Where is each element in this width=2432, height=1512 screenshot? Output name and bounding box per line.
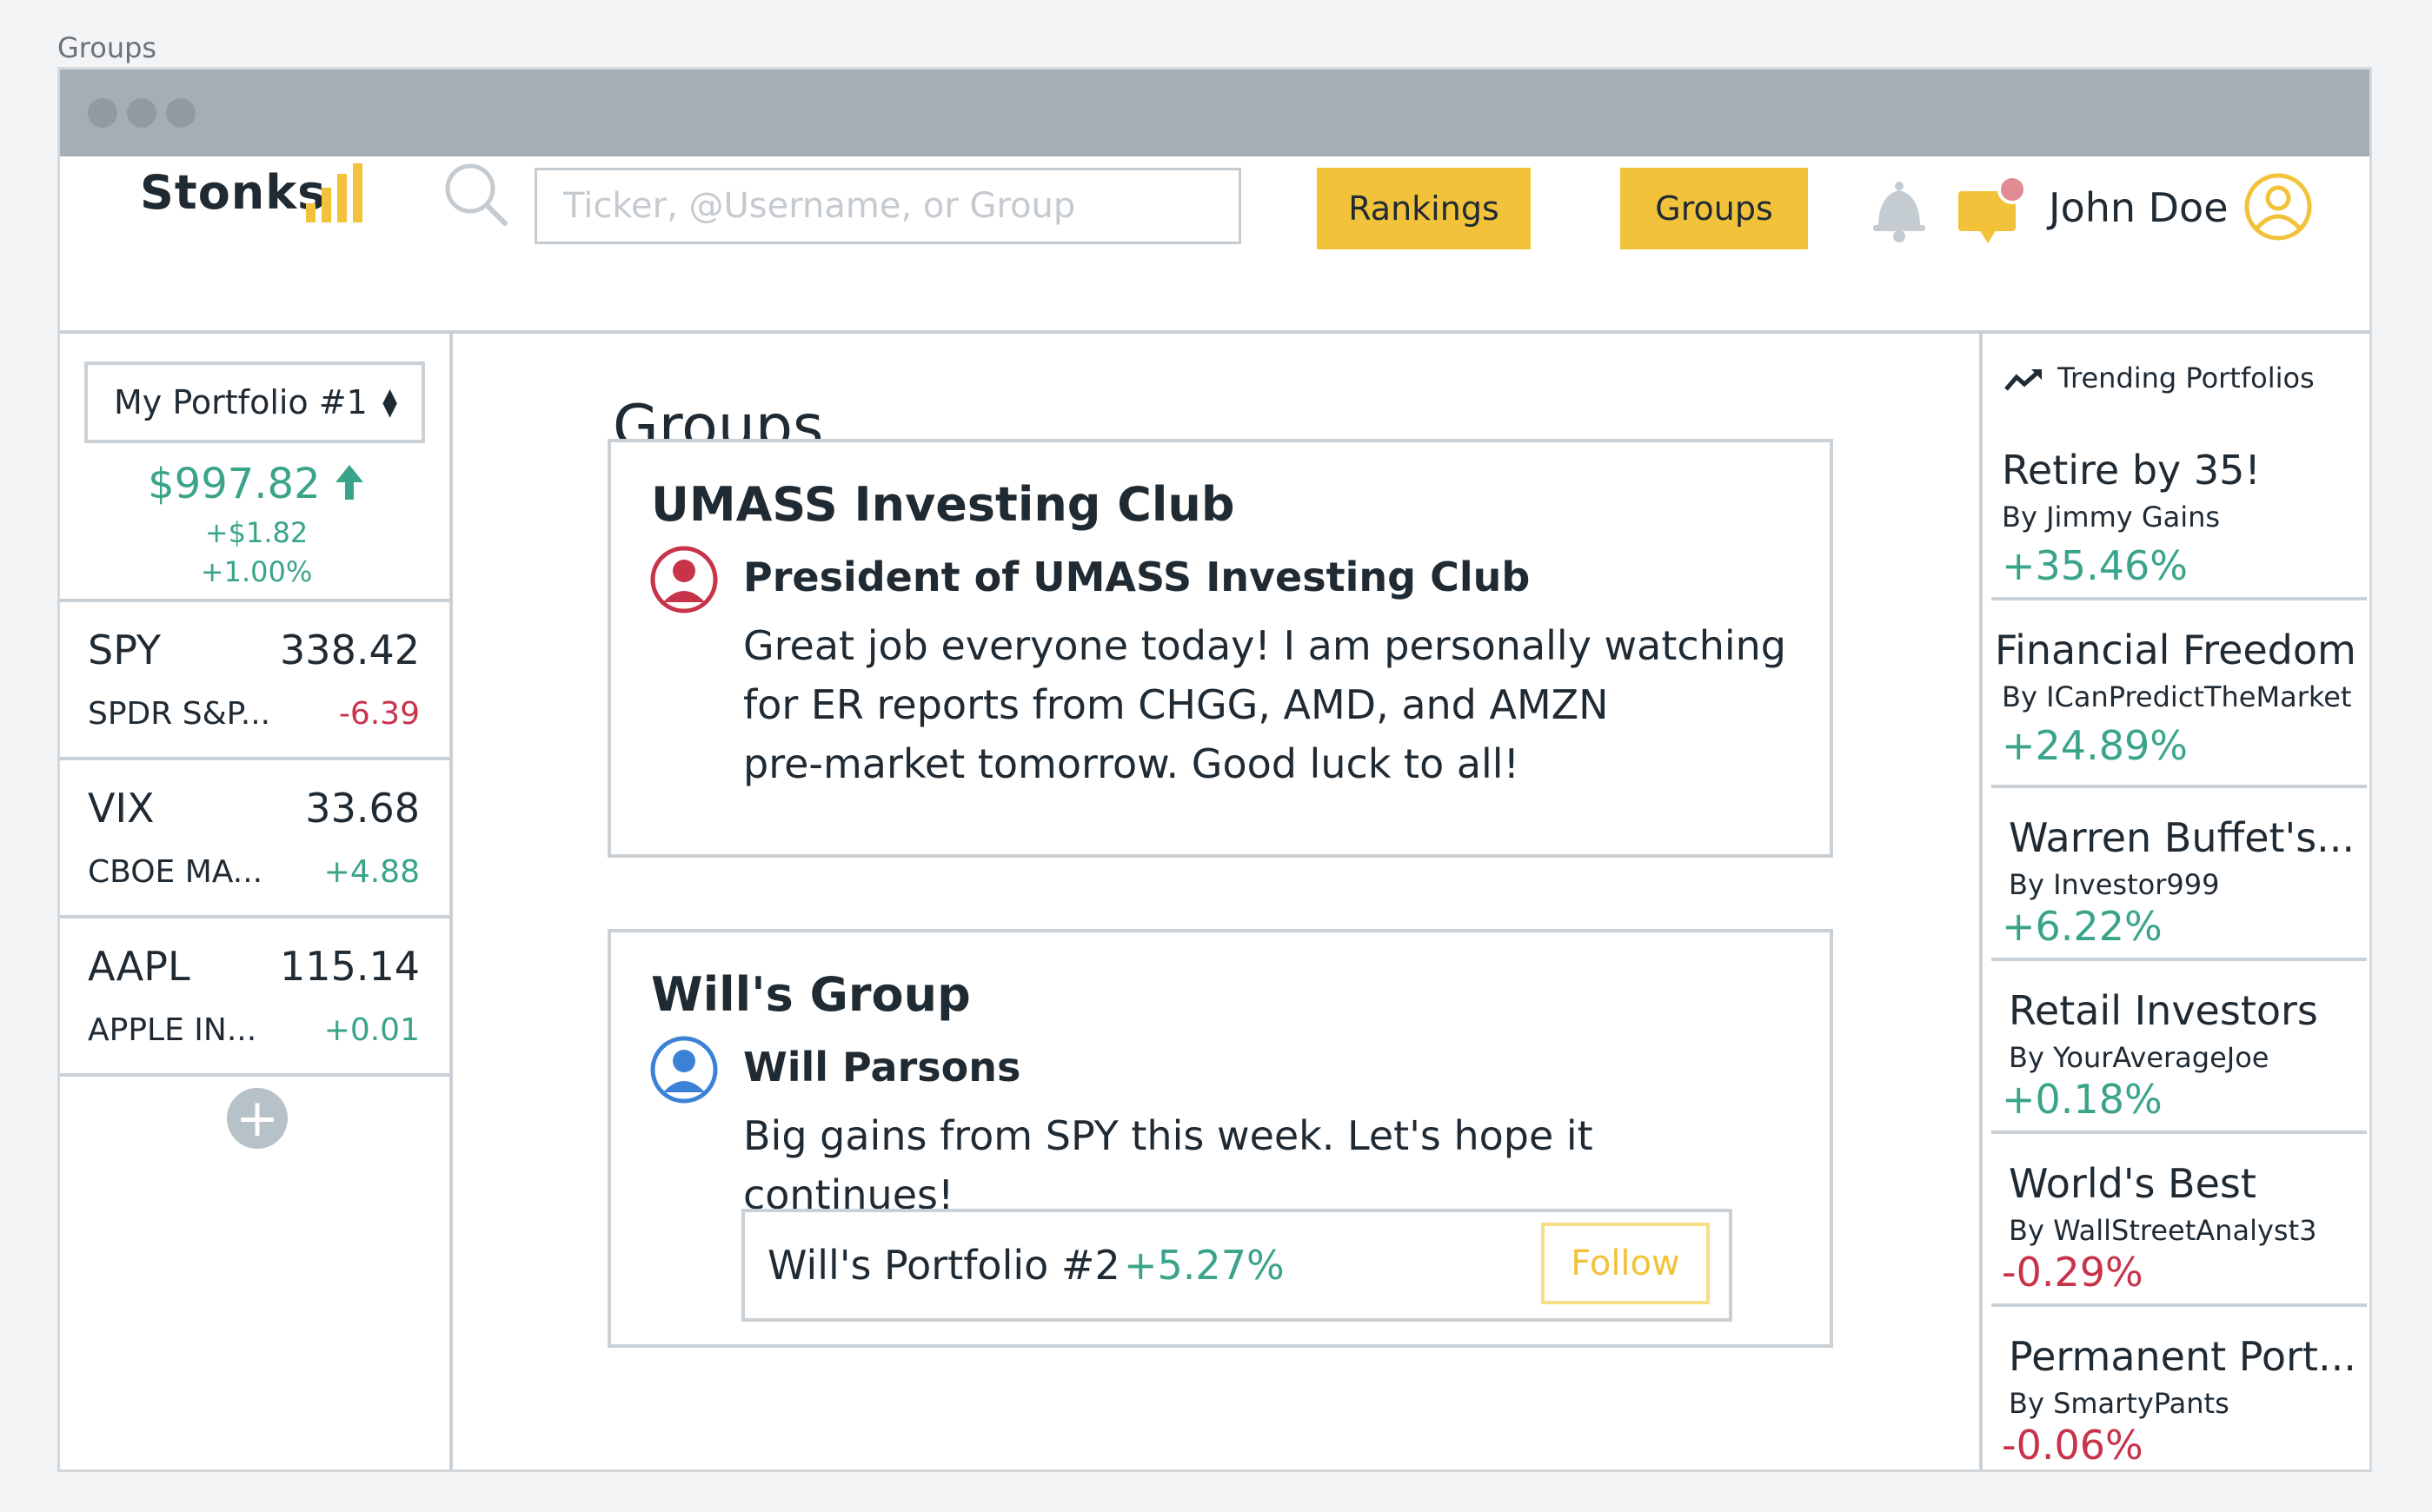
trending-item[interactable]: Warren Buffet's... By Investor999 +6.22% (1983, 814, 2369, 971)
ticker-symbol: SPY (88, 627, 162, 673)
trending-item[interactable]: Permanent Port... By SmartyPants -0.06% (1983, 1333, 2369, 1469)
groups-button[interactable]: Groups (1620, 168, 1808, 249)
trending-author: By WallStreetAnalyst3 (2009, 1214, 2317, 1247)
trending-pct: +6.22% (2002, 903, 2163, 950)
shared-portfolio-card[interactable]: Will's Portfolio #2 +5.27% Follow (741, 1209, 1732, 1322)
divider (1991, 1131, 2367, 1134)
ticker-symbol: AAPL (88, 943, 190, 990)
group-name[interactable]: Will's Group (651, 967, 971, 1022)
ticker-price: 338.42 (280, 627, 420, 673)
post-author[interactable]: Will Parsons (743, 1044, 1020, 1091)
user-avatar-icon[interactable] (2243, 172, 2313, 242)
post-message-line: for ER reports from CHGG, AMD, and AMZN (743, 681, 1609, 728)
post-author[interactable]: President of UMASS Investing Club (743, 554, 1530, 600)
rankings-button[interactable]: Rankings (1317, 168, 1531, 249)
trending-pct: +0.18% (2002, 1076, 2163, 1123)
window-minimize-dot[interactable] (127, 98, 156, 128)
app-window: Stonks Rankings Groups John Doe My Portf… (57, 67, 2372, 1472)
ticker-name: APPLE IN... (88, 1012, 257, 1048)
trending-pct: -0.06% (2002, 1422, 2143, 1469)
shared-portfolio-name[interactable]: Will's Portfolio #2 (767, 1242, 1120, 1289)
ticker-change: +0.01 (323, 1012, 420, 1048)
watchlist-row-vix[interactable]: VIX 33.68 CBOE MA... +4.88 (60, 760, 449, 917)
window-zoom-dot[interactable] (166, 98, 196, 128)
trending-up-icon (2004, 369, 2042, 391)
post-message-line: pre-market tomorrow. Good luck to all! (743, 740, 1520, 787)
window-titlebar (60, 70, 2369, 156)
trending-pct: -0.29% (2002, 1249, 2143, 1296)
user-name[interactable]: John Doe (2049, 184, 2229, 231)
trending-name: World's Best (2009, 1160, 2256, 1207)
app-logo[interactable]: Stonks (140, 165, 326, 220)
ticker-price: 115.14 (280, 943, 420, 990)
search-icon[interactable] (442, 161, 510, 229)
window-close-dot[interactable] (88, 98, 117, 128)
trending-item[interactable]: Retail Investors By YourAverageJoe +0.18… (1983, 987, 2369, 1144)
trending-author: By ICanPredictTheMarket (2002, 680, 2352, 713)
portfolio-sidebar: My Portfolio #1 ▲ ▼ $997.82 +$1.82 +1.00%… (60, 334, 453, 1469)
logo-bars-icon (306, 163, 362, 222)
trending-name: Financial Freedom (1995, 627, 2356, 673)
ticker-name: CBOE MA... (88, 854, 263, 890)
ticker-price: 33.68 (305, 785, 420, 832)
trending-author: By SmartyPants (2009, 1387, 2229, 1420)
divider (1991, 785, 2367, 788)
post-message: Big gains from SPY this week. Let's hope… (743, 1112, 1593, 1218)
divider (60, 1073, 449, 1077)
divider (1991, 1303, 2367, 1307)
ticker-name: SPDR S&P... (88, 696, 271, 732)
trending-heading-text: Trending Portfolios (2057, 361, 2315, 395)
divider (1991, 958, 2367, 961)
group-card[interactable]: Will's Group Will Parsons Big gains from… (608, 929, 1833, 1348)
arrow-up-icon (335, 465, 363, 500)
select-caret-icon: ▲ ▼ (382, 385, 397, 421)
add-ticker-button[interactable]: + (227, 1088, 288, 1149)
search-input[interactable] (535, 168, 1241, 244)
trending-name: Retire by 35! (2002, 447, 2261, 494)
trending-author: By Jimmy Gains (2002, 501, 2221, 534)
watchlist-row-spy[interactable]: SPY 338.42 SPDR S&P... -6.39 (60, 602, 449, 759)
shared-portfolio-pct: +5.27% (1124, 1242, 1285, 1289)
trending-item[interactable]: Retire by 35! By Jimmy Gains +35.46% (1983, 447, 2369, 620)
portfolio-value: $997.82 (60, 460, 453, 508)
bell-icon[interactable] (1866, 178, 1932, 244)
portfolio-change-pct: +1.00% (200, 555, 313, 588)
trending-author: By YourAverageJoe (2009, 1041, 2269, 1074)
portfolio-value-text: $997.82 (148, 460, 321, 508)
trending-name: Permanent Port... (2009, 1333, 2356, 1380)
post-message-line: Great job everyone today! I am personall… (743, 622, 1786, 669)
trending-name: Retail Investors (2009, 987, 2318, 1034)
trending-pct: +24.89% (2002, 722, 2188, 769)
group-name[interactable]: UMASS Investing Club (651, 477, 1235, 532)
portfolio-select[interactable]: My Portfolio #1 ▲ ▼ (84, 361, 425, 443)
trending-name: Warren Buffet's... (2009, 814, 2356, 861)
trending-item[interactable]: Financial Freedom By ICanPredictTheMarke… (1983, 627, 2369, 800)
group-card[interactable]: UMASS Investing Club President of UMASS … (608, 439, 1833, 858)
trending-item[interactable]: World's Best By WallStreetAnalyst3 -0.29… (1983, 1160, 2369, 1316)
portfolio-select-value: My Portfolio #1 (114, 383, 368, 421)
trending-author: By Investor999 (2009, 868, 2220, 901)
watchlist-row-aapl[interactable]: AAPL 115.14 APPLE IN... +0.01 (60, 918, 449, 1075)
divider (1991, 597, 2367, 600)
follow-button[interactable]: Follow (1541, 1223, 1710, 1304)
trending-pct: +35.46% (2002, 542, 2188, 589)
ticker-change: -6.39 (338, 696, 420, 732)
user-avatar-icon[interactable] (649, 1035, 719, 1104)
user-avatar-icon[interactable] (649, 545, 719, 614)
portfolio-change-abs: +$1.82 (204, 516, 309, 549)
ticker-change: +4.88 (323, 854, 420, 890)
trending-heading: Trending Portfolios (2003, 361, 2315, 395)
chat-icon[interactable] (1955, 172, 2028, 250)
post-message: Great job everyone today! I am personall… (743, 616, 1786, 793)
ticker-symbol: VIX (88, 785, 155, 832)
page-label: Groups (57, 31, 157, 64)
trending-sidebar: Trending Portfolios Retire by 35! By Jim… (1979, 334, 2369, 1469)
